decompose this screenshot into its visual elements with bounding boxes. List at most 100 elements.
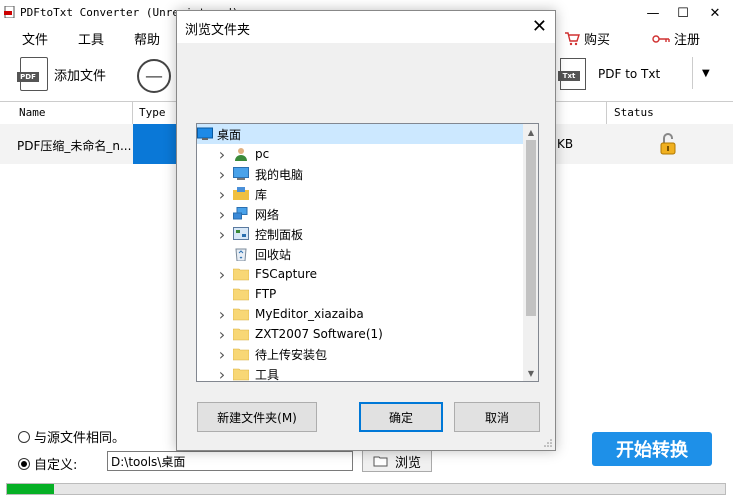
tree-node[interactable]: › ZXT2007 Software(1) (197, 324, 523, 344)
conversion-progress-bar (6, 483, 726, 495)
chevron-right-icon[interactable]: › (217, 265, 227, 284)
tree-node[interactable]: › FSCapture (197, 264, 523, 284)
tree-node[interactable]: › 控制面板 (197, 224, 523, 244)
tree-node-label: FTP (255, 287, 277, 301)
column-type[interactable]: Type (139, 106, 166, 119)
close-icon: ✕ (531, 16, 547, 37)
menu-tools[interactable]: 工具 (78, 29, 104, 48)
folder-icon (232, 327, 250, 341)
tree-node[interactable]: › 待上传安装包 (197, 344, 523, 364)
tree-node[interactable]: FTP (197, 284, 523, 304)
tree-node[interactable]: › 我的电脑 (197, 164, 523, 184)
tree-node-label: pc (255, 147, 270, 161)
convert-type-button[interactable]: Txt PDF to Txt (558, 58, 661, 90)
minimize-icon: — (646, 6, 660, 21)
chevron-right-icon[interactable]: › (217, 165, 227, 184)
register-label: 注册 (674, 33, 701, 48)
toolbar-dropdown-button[interactable]: ▼ (702, 68, 710, 79)
tree-node-label: 待上传安装包 (255, 347, 328, 362)
buy-label: 购买 (584, 33, 611, 48)
key-icon (652, 34, 670, 43)
tree-node[interactable]: › MyEditor_xiazaiba (197, 304, 523, 324)
tree-node-label: 回收站 (255, 247, 292, 262)
radio-selected-icon (18, 457, 30, 470)
tree-node-label: 桌面 (217, 127, 242, 142)
tree-scrollbar[interactable]: ▲ ▼ (523, 124, 538, 381)
maximize-button[interactable]: ☐ (667, 0, 699, 27)
computer-icon (233, 167, 249, 181)
chevron-right-icon[interactable]: › (217, 225, 227, 244)
tree-node[interactable]: 回收站 (197, 244, 523, 264)
cart-icon (565, 31, 580, 45)
tree-node[interactable]: › 工具 (197, 364, 523, 382)
column-divider[interactable] (132, 102, 133, 124)
recycle-bin-icon (233, 247, 249, 262)
network-icon (233, 207, 249, 221)
tree-node-label: MyEditor_xiazaiba (255, 307, 364, 321)
unlocked-icon (660, 133, 676, 155)
custom-output-label: 自定义: (34, 458, 78, 473)
txt-file-icon: Txt (558, 58, 586, 90)
library-icon (233, 187, 249, 201)
chevron-right-icon[interactable]: › (217, 205, 227, 224)
convert-type-label: PDF to Txt (598, 67, 661, 81)
chevron-right-icon[interactable]: › (217, 305, 227, 324)
register-button[interactable]: 注册 (652, 29, 700, 48)
folder-icon (232, 347, 250, 361)
close-icon: ✕ (709, 6, 721, 21)
chevron-right-icon[interactable]: › (217, 145, 227, 164)
chevron-right-icon[interactable]: › (217, 325, 227, 344)
tree-node[interactable]: › pc (197, 144, 523, 164)
dialog-title: 浏览文件夹 (185, 23, 251, 38)
scroll-down-icon[interactable]: ▼ (523, 365, 538, 381)
scroll-up-icon[interactable]: ▲ (523, 124, 538, 140)
control-panel-icon (233, 227, 249, 241)
browse-folder-dialog: 浏览文件夹 ✕ 桌面 › pc › 我的电脑 › 库 › 网络 › 控制面板 回收站 › FSCaptur… (176, 10, 556, 451)
folder-icon (232, 307, 250, 321)
app-logo-icon (4, 6, 15, 18)
custom-output-radio[interactable]: 自定义: (18, 454, 77, 473)
maximize-icon: ☐ (677, 6, 689, 21)
app-close-button[interactable]: ✕ (699, 0, 731, 27)
user-icon (233, 147, 249, 161)
column-status[interactable]: Status (614, 106, 654, 119)
tree-node[interactable]: 桌面 (197, 124, 523, 144)
column-name[interactable]: Name (19, 106, 46, 119)
scrollbar-thumb[interactable] (526, 140, 536, 316)
tree-node-label: 库 (255, 187, 268, 202)
browse-label: 浏览 (394, 455, 421, 471)
remove-file-button[interactable]: — (137, 59, 171, 93)
folder-tree[interactable]: 桌面 › pc › 我的电脑 › 库 › 网络 › 控制面板 回收站 › FSCapture FTP › MyE… (196, 123, 539, 382)
folder-icon (232, 287, 250, 301)
tree-node[interactable]: › 库 (197, 184, 523, 204)
add-file-label: 添加文件 (54, 68, 107, 84)
start-conversion-button[interactable]: 开始转换 (592, 432, 712, 466)
browse-button[interactable]: 浏览 (362, 450, 432, 472)
dialog-close-button[interactable]: ✕ (532, 16, 547, 37)
column-divider[interactable] (606, 102, 607, 124)
tree-node-label: 网络 (255, 207, 280, 222)
caret-down-icon: ▼ (702, 68, 710, 79)
same-as-source-radio[interactable]: 与源文件相同。 (18, 427, 125, 446)
folder-icon (232, 267, 250, 281)
pdf-file-icon: PDF (17, 57, 48, 91)
buy-button[interactable]: 购买 (564, 29, 610, 48)
minus-circle-icon: — (137, 59, 171, 93)
chevron-right-icon[interactable]: › (217, 365, 227, 382)
chevron-right-icon[interactable]: › (217, 185, 227, 204)
tree-node[interactable]: › 网络 (197, 204, 523, 224)
tree-node-label: ZXT2007 Software(1) (255, 327, 383, 341)
minimize-button[interactable]: — (637, 0, 669, 27)
menu-file[interactable]: 文件 (22, 29, 48, 48)
ok-button[interactable]: 确定 (359, 402, 443, 432)
output-path-input[interactable]: D:\tools\桌面 (107, 451, 353, 471)
new-folder-button[interactable]: 新建文件夹(M) (197, 402, 317, 432)
cancel-button[interactable]: 取消 (454, 402, 540, 432)
chevron-right-icon[interactable]: › (217, 345, 227, 364)
resize-grip-icon[interactable] (543, 438, 552, 447)
file-type-cell (133, 124, 177, 164)
dialog-title-bar: 浏览文件夹 ✕ (177, 11, 555, 43)
folder-icon (232, 367, 250, 381)
menu-help[interactable]: 帮助 (134, 29, 160, 48)
add-file-button[interactable]: PDF 添加文件 (17, 57, 107, 91)
